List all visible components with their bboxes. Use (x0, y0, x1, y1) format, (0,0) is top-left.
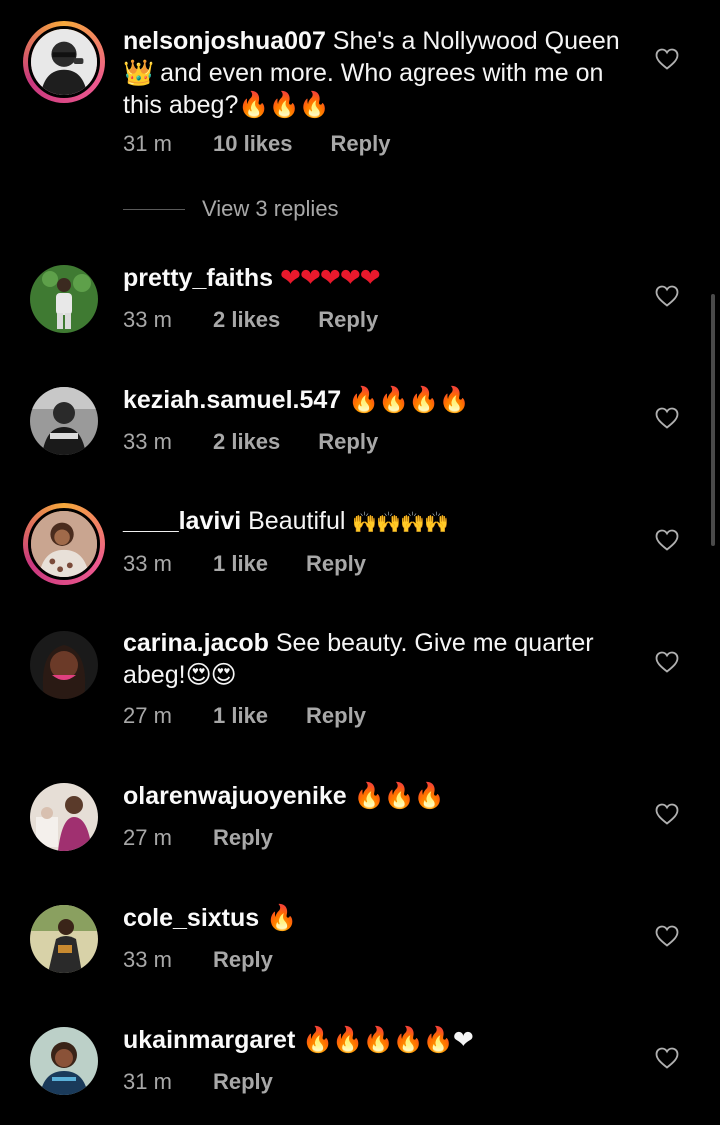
comment-meta: 27 m Reply (123, 825, 273, 851)
comment-likes[interactable]: 1 like (213, 551, 268, 577)
heart-outline-icon[interactable] (655, 925, 679, 947)
comment-username[interactable]: cole_sixtus (123, 904, 259, 932)
comment-text: carina.jacob See beauty. Give me quarter… (123, 629, 594, 689)
comment-likes[interactable]: 10 likes (213, 131, 293, 157)
reply-button[interactable]: Reply (306, 703, 366, 729)
fire-emoji: 🔥🔥🔥🔥🔥❤ (295, 1025, 474, 1054)
heart-outline-icon[interactable] (655, 803, 679, 825)
comment-username[interactable]: ukainmargaret (123, 1026, 295, 1054)
reply-button[interactable]: Reply (213, 825, 273, 851)
divider-line (123, 208, 185, 210)
comment-time: 27 m (123, 703, 172, 728)
comment-time: 27 m (123, 825, 172, 850)
comment-time: 31 m (123, 131, 172, 156)
fire-emoji: 🔥🔥🔥 (238, 90, 329, 119)
comment-likes[interactable]: 1 like (213, 703, 268, 729)
fire-emoji: 🔥 (259, 903, 297, 932)
comment-meta: 33 m 2 likes Reply (123, 307, 378, 333)
avatar[interactable] (30, 1027, 98, 1095)
comment-meta: 33 m Reply (123, 947, 273, 973)
raised-hands-emoji: 🙌🙌🙌🙌 (352, 510, 449, 534)
avatar[interactable] (23, 503, 105, 585)
comment-text: cole_sixtus 🔥 (123, 902, 623, 934)
comment-username[interactable]: pretty_faiths (123, 264, 273, 292)
comment-text: pretty_faiths ❤❤❤❤❤ (123, 262, 623, 294)
comment-text: ukainmargaret 🔥🔥🔥🔥🔥❤ (123, 1024, 623, 1056)
avatar[interactable] (30, 783, 98, 851)
comment-meta: 27 m 1 like Reply (123, 703, 366, 729)
avatar[interactable] (30, 265, 98, 333)
comment-username[interactable]: keziah.samuel.547 (123, 386, 341, 414)
scrollbar[interactable] (711, 294, 715, 546)
heart-emoji: ❤❤❤❤❤ (273, 263, 381, 292)
avatar[interactable] (23, 21, 105, 103)
reply-button[interactable]: Reply (318, 307, 378, 333)
comment-meta: 33 m 1 like Reply (123, 551, 366, 577)
avatar[interactable] (30, 387, 98, 455)
reply-button[interactable]: Reply (318, 429, 378, 455)
comment-time: 33 m (123, 307, 172, 332)
reply-button[interactable]: Reply (331, 131, 391, 157)
comment-meta: 31 m Reply (123, 1069, 273, 1095)
heart-outline-icon[interactable] (655, 285, 679, 307)
avatar[interactable] (30, 905, 98, 973)
comment-likes[interactable]: 2 likes (213, 307, 280, 333)
crown-emoji: 👑 (123, 58, 154, 87)
comment-username[interactable]: ____lavivi (123, 507, 241, 535)
heart-outline-icon[interactable] (655, 651, 679, 673)
fire-emoji: 🔥🔥🔥🔥 (341, 385, 470, 414)
reply-button[interactable]: Reply (213, 1069, 273, 1095)
heart-outline-icon[interactable] (655, 529, 679, 551)
comment-text: olarenwajuoyenike 🔥🔥🔥 (123, 780, 623, 812)
heart-outline-icon[interactable] (655, 407, 679, 429)
comment-likes[interactable]: 2 likes (213, 429, 280, 455)
comment-text: ____lavivi Beautiful 🙌🙌🙌🙌 (123, 507, 449, 535)
heart-outline-icon[interactable] (655, 1047, 679, 1069)
comment-username[interactable]: olarenwajuoyenike (123, 782, 347, 810)
comment-meta: 31 m 10 likes Reply (123, 131, 390, 157)
heart-outline-icon[interactable] (655, 48, 679, 70)
reply-button[interactable]: Reply (213, 947, 273, 973)
comment-meta: 33 m 2 likes Reply (123, 429, 378, 455)
view-replies-button[interactable]: View 3 replies (123, 196, 339, 222)
comment-text: keziah.samuel.547 🔥🔥🔥🔥 (123, 384, 623, 416)
comment-username[interactable]: carina.jacob (123, 629, 269, 657)
comment-time: 33 m (123, 947, 172, 972)
comment-username[interactable]: nelsonjoshua007 (123, 27, 326, 55)
comment-time: 31 m (123, 1069, 172, 1094)
comment-text: nelsonjoshua007 She's a Nollywood Queen … (123, 27, 620, 119)
heart-eyes-emoji: 😍😍 (185, 660, 237, 689)
avatar[interactable] (30, 631, 98, 699)
comment-time: 33 m (123, 429, 172, 454)
comment-time: 33 m (123, 551, 172, 576)
fire-emoji: 🔥🔥🔥 (346, 781, 445, 810)
reply-button[interactable]: Reply (306, 551, 366, 577)
